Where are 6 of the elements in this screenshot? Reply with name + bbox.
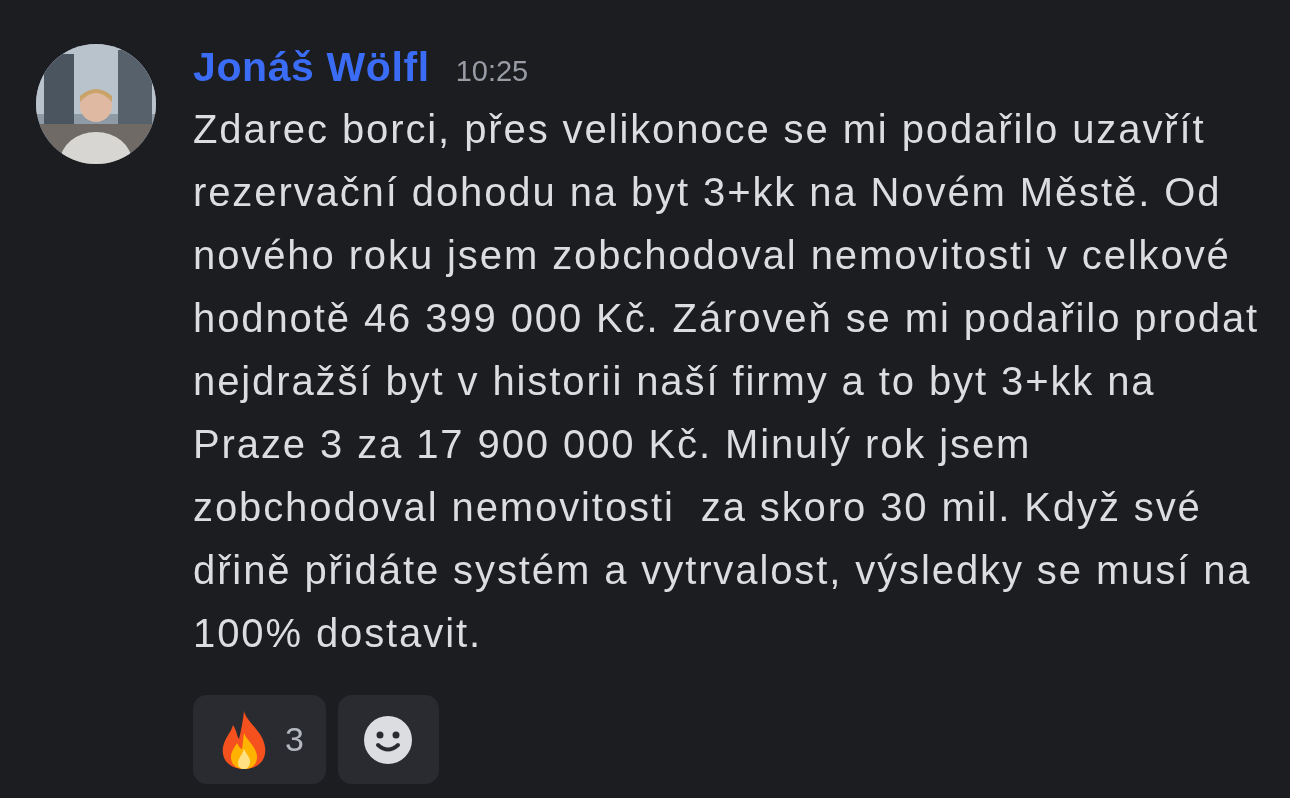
add-reaction-button[interactable]: [337, 695, 439, 784]
message-time: 10:25: [455, 55, 529, 88]
message-text: Zdarec borci, přes velikonoce se mi podařilo uzavřít rezervační dohodu na byt 3+kk na Novém Městě. Od nového roku jsem zobchodoval nemovitosti v celkové hodnotě 46 399 000 Kč. Zároveň se mi podařilo prodat nejdražší byt v historii naší firmy a to byt 3+kk na Praze 3 za 17 900 000 Kč. Minulý rok jsem zobchodoval nemovitosti za skoro 30 mil. Když své dřině přidáte systém a vytrvalost, výsledky se musí na 100% dostavit.: [193, 106, 1260, 657]
reaction-button[interactable]: 3: [193, 695, 326, 784]
smiley-icon: [363, 714, 414, 765]
author-name[interactable]: Jonáš Wölfl: [193, 44, 430, 91]
